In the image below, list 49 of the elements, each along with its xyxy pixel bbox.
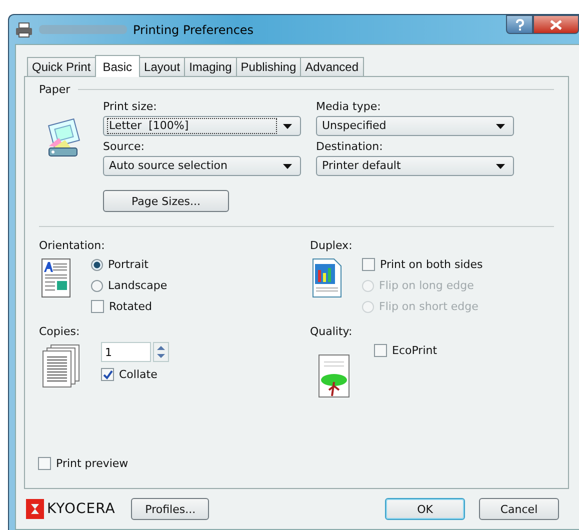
checkbox-option[interactable]: Print on both sides [362, 256, 483, 273]
tab[interactable]: Advanced [300, 57, 364, 76]
checkbox-option[interactable]: Collate [101, 366, 169, 383]
dropdown[interactable]: Unspecified [316, 116, 514, 136]
radio-option[interactable]: Landscape [91, 277, 168, 294]
section-title: Paper [39, 83, 70, 96]
tab[interactable]: Imaging [184, 57, 237, 76]
stacked-pages-icon [41, 344, 81, 388]
caret-icon [283, 164, 292, 168]
caret-icon [496, 124, 505, 128]
profiles-button[interactable]: Profiles... [131, 498, 210, 520]
dropdown[interactable]: Letter [100%] [103, 116, 301, 136]
section-title: Duplex: [310, 239, 354, 252]
close-button[interactable] [533, 15, 579, 34]
caret-icon [283, 124, 292, 128]
checkbox-option[interactable]: EcoPrint [374, 342, 438, 359]
tree-page-icon [318, 354, 350, 398]
tab[interactable]: Layout [139, 57, 186, 76]
caret-icon [496, 164, 505, 168]
copies-field[interactable]: 1 [101, 342, 151, 362]
dialog-button[interactable]: Cancel [479, 498, 559, 520]
logo-icon [26, 499, 44, 519]
field-label: Print size: [103, 100, 158, 113]
field-label: Media type: [316, 100, 382, 113]
help-icon [514, 18, 524, 30]
section-title: Copies: [39, 325, 81, 338]
help-button[interactable] [506, 15, 533, 34]
dialog-button[interactable]: OK [385, 498, 465, 520]
tab[interactable]: Basic [94, 55, 140, 77]
checkbox-option[interactable]: Rotated [91, 298, 168, 315]
dropdown[interactable]: Printer default [316, 156, 514, 176]
close-icon [550, 20, 562, 30]
tab[interactable]: Quick Print [27, 57, 96, 76]
brand-logo: KYOCERA [47, 501, 116, 517]
radio-option[interactable]: Portrait [91, 256, 168, 273]
checkbox-option[interactable]: Print preview [38, 455, 554, 472]
printer-icon [15, 22, 33, 38]
spin-buttons[interactable] [153, 342, 169, 362]
portrait-page-icon [41, 258, 71, 298]
window-title: Printing Preferences [133, 22, 254, 36]
check-icon [102, 370, 112, 380]
page-sizes-button[interactable]: Page Sizes... [103, 190, 229, 212]
chart-page-icon [312, 258, 342, 298]
field-label: Destination: [316, 140, 384, 153]
dropdown[interactable]: Auto source selection [103, 156, 301, 176]
tab[interactable]: Publishing [236, 57, 302, 76]
section-title: Orientation: [39, 239, 106, 252]
field-label: Source: [103, 140, 146, 153]
section-title: Quality: [310, 325, 354, 338]
